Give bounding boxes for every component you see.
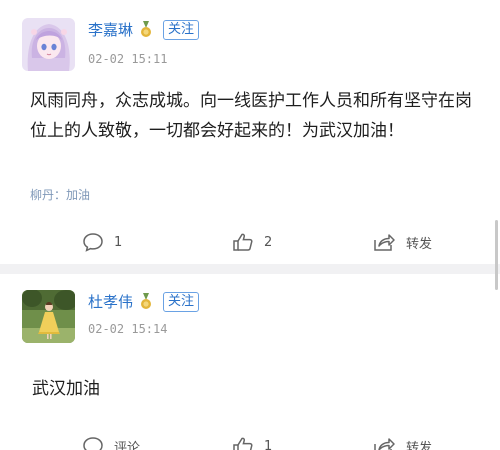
reply-preview[interactable]: 柳丹：加油 [30,186,90,203]
follow-button[interactable]: 关注 [163,292,200,312]
thumbs-up-icon [232,436,254,450]
follow-button[interactable]: 关注 [163,20,200,40]
comment-item: 李嘉琳 关注 02-02 15:11 风雨同舟，众志成城。向一线医护工作人员和所… [0,0,500,264]
avatar[interactable] [22,290,75,343]
like-button[interactable]: 1 [232,436,272,450]
repost-button[interactable]: 转发 [372,232,432,252]
comment-body: 风雨同舟，众志成城。向一线医护工作人员和所有坚守在岗位上的人致敬，一切都会好起来… [30,91,472,141]
like-button[interactable]: 2 [232,232,272,252]
avatar[interactable] [22,18,75,71]
timestamp: 02-02 15:11 [88,52,168,66]
share-icon [372,232,396,252]
comment-icon [82,436,104,450]
share-icon [372,436,396,450]
repost-button[interactable]: 转发 [372,436,432,450]
username[interactable]: 李嘉琳 [88,18,133,42]
comment-count: 1 [114,234,123,250]
anime-girl-avatar-icon [22,18,75,71]
like-count: 2 [264,234,273,250]
like-count: 1 [264,438,273,450]
name-row: 李嘉琳 关注 [88,18,200,42]
username[interactable]: 杜孝伟 [88,290,133,314]
comment-feed: 李嘉琳 关注 02-02 15:11 风雨同舟，众志成城。向一线医护工作人员和所… [0,0,500,450]
divider [0,264,500,274]
repost-label: 转发 [406,440,433,450]
comment-button[interactable]: 1 [82,232,122,252]
timestamp: 02-02 15:14 [88,322,168,336]
action-bar: 1 2 转发 [0,228,500,256]
repost-label: 转发 [406,236,433,252]
medal-icon [139,21,153,39]
comment-item: 杜孝伟 关注 02-02 15:14 武汉加油 评论 1 转发 [0,274,500,450]
scrollbar[interactable] [495,220,498,290]
medal-icon [139,293,153,311]
action-bar: 评论 1 转发 [0,432,500,450]
thumbs-up-icon [232,232,254,252]
comment-label: 评论 [114,440,141,450]
comment-button[interactable]: 评论 [82,436,140,450]
comment-icon [82,232,104,252]
yellow-dress-photo-avatar-icon [22,290,75,343]
comment-body: 武汉加油 [32,379,100,399]
name-row: 杜孝伟 关注 [88,290,200,314]
